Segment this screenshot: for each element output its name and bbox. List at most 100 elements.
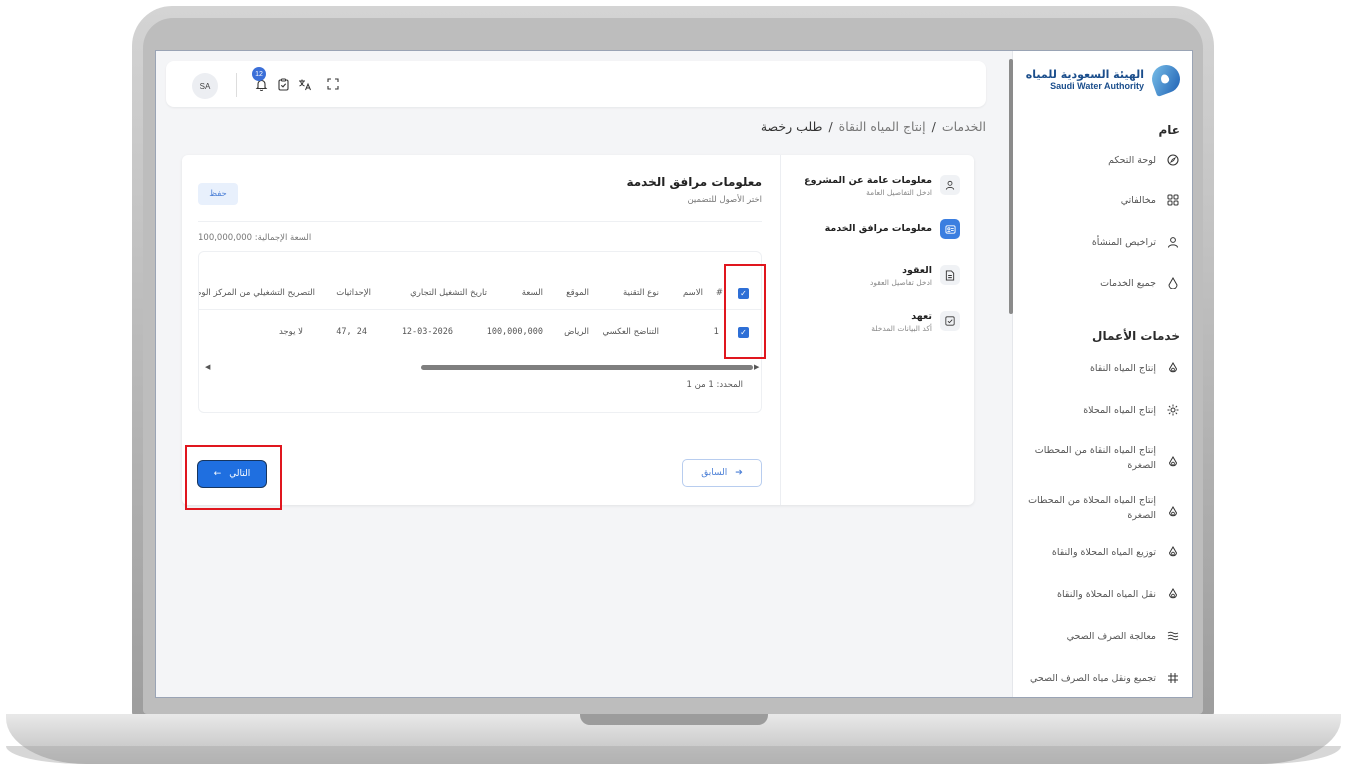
sidebar-item-label: توزيع المياه المحلاة والنقاة <box>1051 547 1156 558</box>
water-drop-icon <box>1166 545 1180 559</box>
col-index: # <box>715 288 723 298</box>
sidebar-scrollbar[interactable] <box>1009 59 1013 314</box>
previous-button[interactable]: ➔ السابق <box>682 459 762 487</box>
scroll-right-arrow-icon[interactable]: ▶ <box>754 363 759 371</box>
cell-coordinates: 24 ,47 <box>336 327 367 337</box>
sidebar-section-general: عام <box>1158 123 1181 137</box>
sidebar-item-pure-water[interactable]: إنتاج المياه النقاة <box>1020 361 1180 376</box>
sidebar-item-desal-small-stations[interactable]: إنتاج المياه المحلاة من المحطات الصغرة <box>1020 493 1180 523</box>
sidebar-item-label: نقل المياه المحلاة والنقاة <box>1057 589 1156 600</box>
user-icon <box>1166 235 1180 249</box>
sidebar-item-sewage-treatment[interactable]: معالجة الصرف الصحي <box>1020 629 1180 644</box>
step-subtitle: ادخل تفاصيل العقود <box>870 278 932 287</box>
col-permit: التصريح التشغيلي من المركز الوطني للرقا <box>199 288 315 298</box>
step-subtitle: ادخل التفاصيل العامة <box>866 188 932 197</box>
col-location: الموقع <box>566 288 589 298</box>
breadcrumb-services-link[interactable]: الخدمات <box>942 119 986 134</box>
breadcrumb-separator: / <box>931 119 936 134</box>
sidebar: الهيئة السعودية للمياه Saudi Water Autho… <box>1009 51 1192 697</box>
avatar[interactable]: SA <box>192 73 218 99</box>
brand-logo-block[interactable]: الهيئة السعودية للمياه Saudi Water Autho… <box>1025 61 1184 97</box>
sidebar-item-label: إنتاج المياه المحلاة <box>1083 405 1156 416</box>
drop-icon <box>1166 276 1180 290</box>
water-drop-icon <box>1166 505 1180 519</box>
user-icon <box>940 175 960 195</box>
sidebar-section-business: خدمات الأعمال <box>1092 329 1180 343</box>
step-title: تعهد <box>911 311 932 322</box>
laptop-mockup: الهيئة السعودية للمياه Saudi Water Autho… <box>0 0 1347 773</box>
step-pledge[interactable]: تعهد أكد البيانات المدخلة <box>871 311 960 334</box>
sidebar-item-label: معالجة الصرف الصحي <box>1066 631 1156 642</box>
sidebar-item-label: إنتاج المياه النقاة من المحطات الصغرة <box>1034 445 1156 471</box>
sidebar-item-water-distribution[interactable]: توزيع المياه المحلاة والنقاة <box>1020 545 1180 560</box>
step-title: معلومات عامة عن المشروع <box>804 175 932 186</box>
id-card-icon <box>940 219 960 239</box>
breadcrumb-separator: / <box>828 119 833 134</box>
water-drop-icon <box>1166 587 1180 601</box>
sidebar-item-desalinated-water[interactable]: إنتاج المياه المحلاة <box>1020 403 1180 418</box>
section-title: معلومات مرافق الخدمة <box>626 175 762 189</box>
sidebar-item-pure-small-stations[interactable]: إنتاج المياه النقاة من المحطات الصغرة <box>1020 443 1180 473</box>
sidebar-item-label: إنتاج المياه النقاة <box>1089 363 1156 374</box>
water-drop-icon <box>1166 361 1180 375</box>
translate-icon[interactable] <box>298 77 312 91</box>
sidebar-item-label: تجميع ونقل مياه الصرف الصحي <box>1029 673 1156 684</box>
step-subtitle: أكد البيانات المدخلة <box>871 324 932 333</box>
waves-icon <box>1166 629 1180 643</box>
sidebar-item-dashboard[interactable]: لوحة التحكم <box>1020 153 1180 168</box>
sidebar-item-label: جميع الخدمات <box>1100 278 1156 289</box>
step-title: معلومات مرافق الخدمة <box>824 223 932 234</box>
fullscreen-icon[interactable] <box>326 77 340 91</box>
water-drop-icon <box>1166 455 1180 469</box>
cell-permit: لا يوجد <box>278 327 303 337</box>
sidebar-item-label: مخالفاتي <box>1120 195 1156 206</box>
sidebar-item-licenses[interactable]: تراخيص المنشأة <box>1020 235 1180 250</box>
cell-capacity: 100,000,000 <box>486 327 543 337</box>
sidebar-item-violations[interactable]: مخالفاتي <box>1020 193 1180 208</box>
wizard-steps: معلومات عامة عن المشروع ادخل التفاصيل ال… <box>780 155 974 505</box>
step-title: العقود <box>902 265 932 276</box>
sidebar-item-all-services[interactable]: جميع الخدمات <box>1020 276 1180 291</box>
breadcrumb-pure-water-link[interactable]: إنتاج المياه النقاة <box>839 119 926 134</box>
topbar-divider <box>236 73 237 97</box>
breadcrumb-current: طلب رخصة <box>760 119 823 134</box>
breadcrumb: الخدمات / إنتاج المياه النقاة / طلب رخصة <box>761 119 986 134</box>
facilities-table: ✓ # الاسم نوع التقنية الموقع السعة تاريخ… <box>198 251 762 413</box>
sidebar-item-label: لوحة التحكم <box>1108 155 1156 166</box>
divider <box>198 221 762 222</box>
cell-operation-date: 12-03-2026 <box>401 327 453 337</box>
col-coordinates: الإحداثيات <box>336 288 371 298</box>
brand-name-ar: الهيئة السعودية للمياه <box>1025 67 1144 81</box>
selection-count: المحدد: 1 من 1 <box>686 380 743 390</box>
laptop-notch <box>580 714 768 725</box>
checkbox-icon <box>940 311 960 331</box>
sidebar-item-water-transport[interactable]: نقل المياه المحلاة والنقاة <box>1020 587 1180 602</box>
top-bar: SA 12 <box>166 61 986 107</box>
horizontal-scrollbar-thumb[interactable] <box>421 365 753 370</box>
col-capacity: السعة <box>521 288 543 298</box>
highlight-next-button <box>185 445 282 510</box>
sidebar-item-label: إنتاج المياه المحلاة من المحطات الصغرة <box>1028 495 1156 521</box>
step-service-facilities[interactable]: معلومات مرافق الخدمة <box>825 219 960 239</box>
grid-icon <box>1166 193 1180 207</box>
total-capacity: السعة الإجمالية: 100,000,000 <box>198 233 312 243</box>
sidebar-item-label: تراخيص المنشأة <box>1091 237 1156 248</box>
compass-icon <box>1166 153 1180 167</box>
brand-name-en: Saudi Water Authority <box>1050 80 1144 91</box>
cell-location: الرياض <box>564 327 589 337</box>
water-drop-logo-icon <box>1148 61 1184 97</box>
section-subtitle: اختر الأصول للتضمين <box>687 195 762 205</box>
sidebar-item-sewage-collection[interactable]: تجميع ونقل مياه الصرف الصحي <box>1020 671 1180 686</box>
highlight-checkbox-column <box>724 264 766 359</box>
cell-technology: التناضح العكسي <box>602 327 660 337</box>
save-button[interactable]: حفظ <box>198 183 238 205</box>
step-general-info[interactable]: معلومات عامة عن المشروع ادخل التفاصيل ال… <box>804 175 960 198</box>
hash-grid-icon <box>1166 671 1180 685</box>
app-screen: الهيئة السعودية للمياه Saudi Water Autho… <box>155 50 1193 698</box>
table-scroll-area[interactable]: ✓ # الاسم نوع التقنية الموقع السعة تاريخ… <box>199 252 761 372</box>
previous-label: السابق <box>701 468 728 478</box>
cell-index: 1 <box>713 327 719 337</box>
step-contracts[interactable]: العقود ادخل تفاصيل العقود <box>870 265 960 288</box>
clipboard-check-icon[interactable] <box>276 77 290 91</box>
scroll-left-arrow-icon[interactable]: ◀ <box>205 363 210 371</box>
